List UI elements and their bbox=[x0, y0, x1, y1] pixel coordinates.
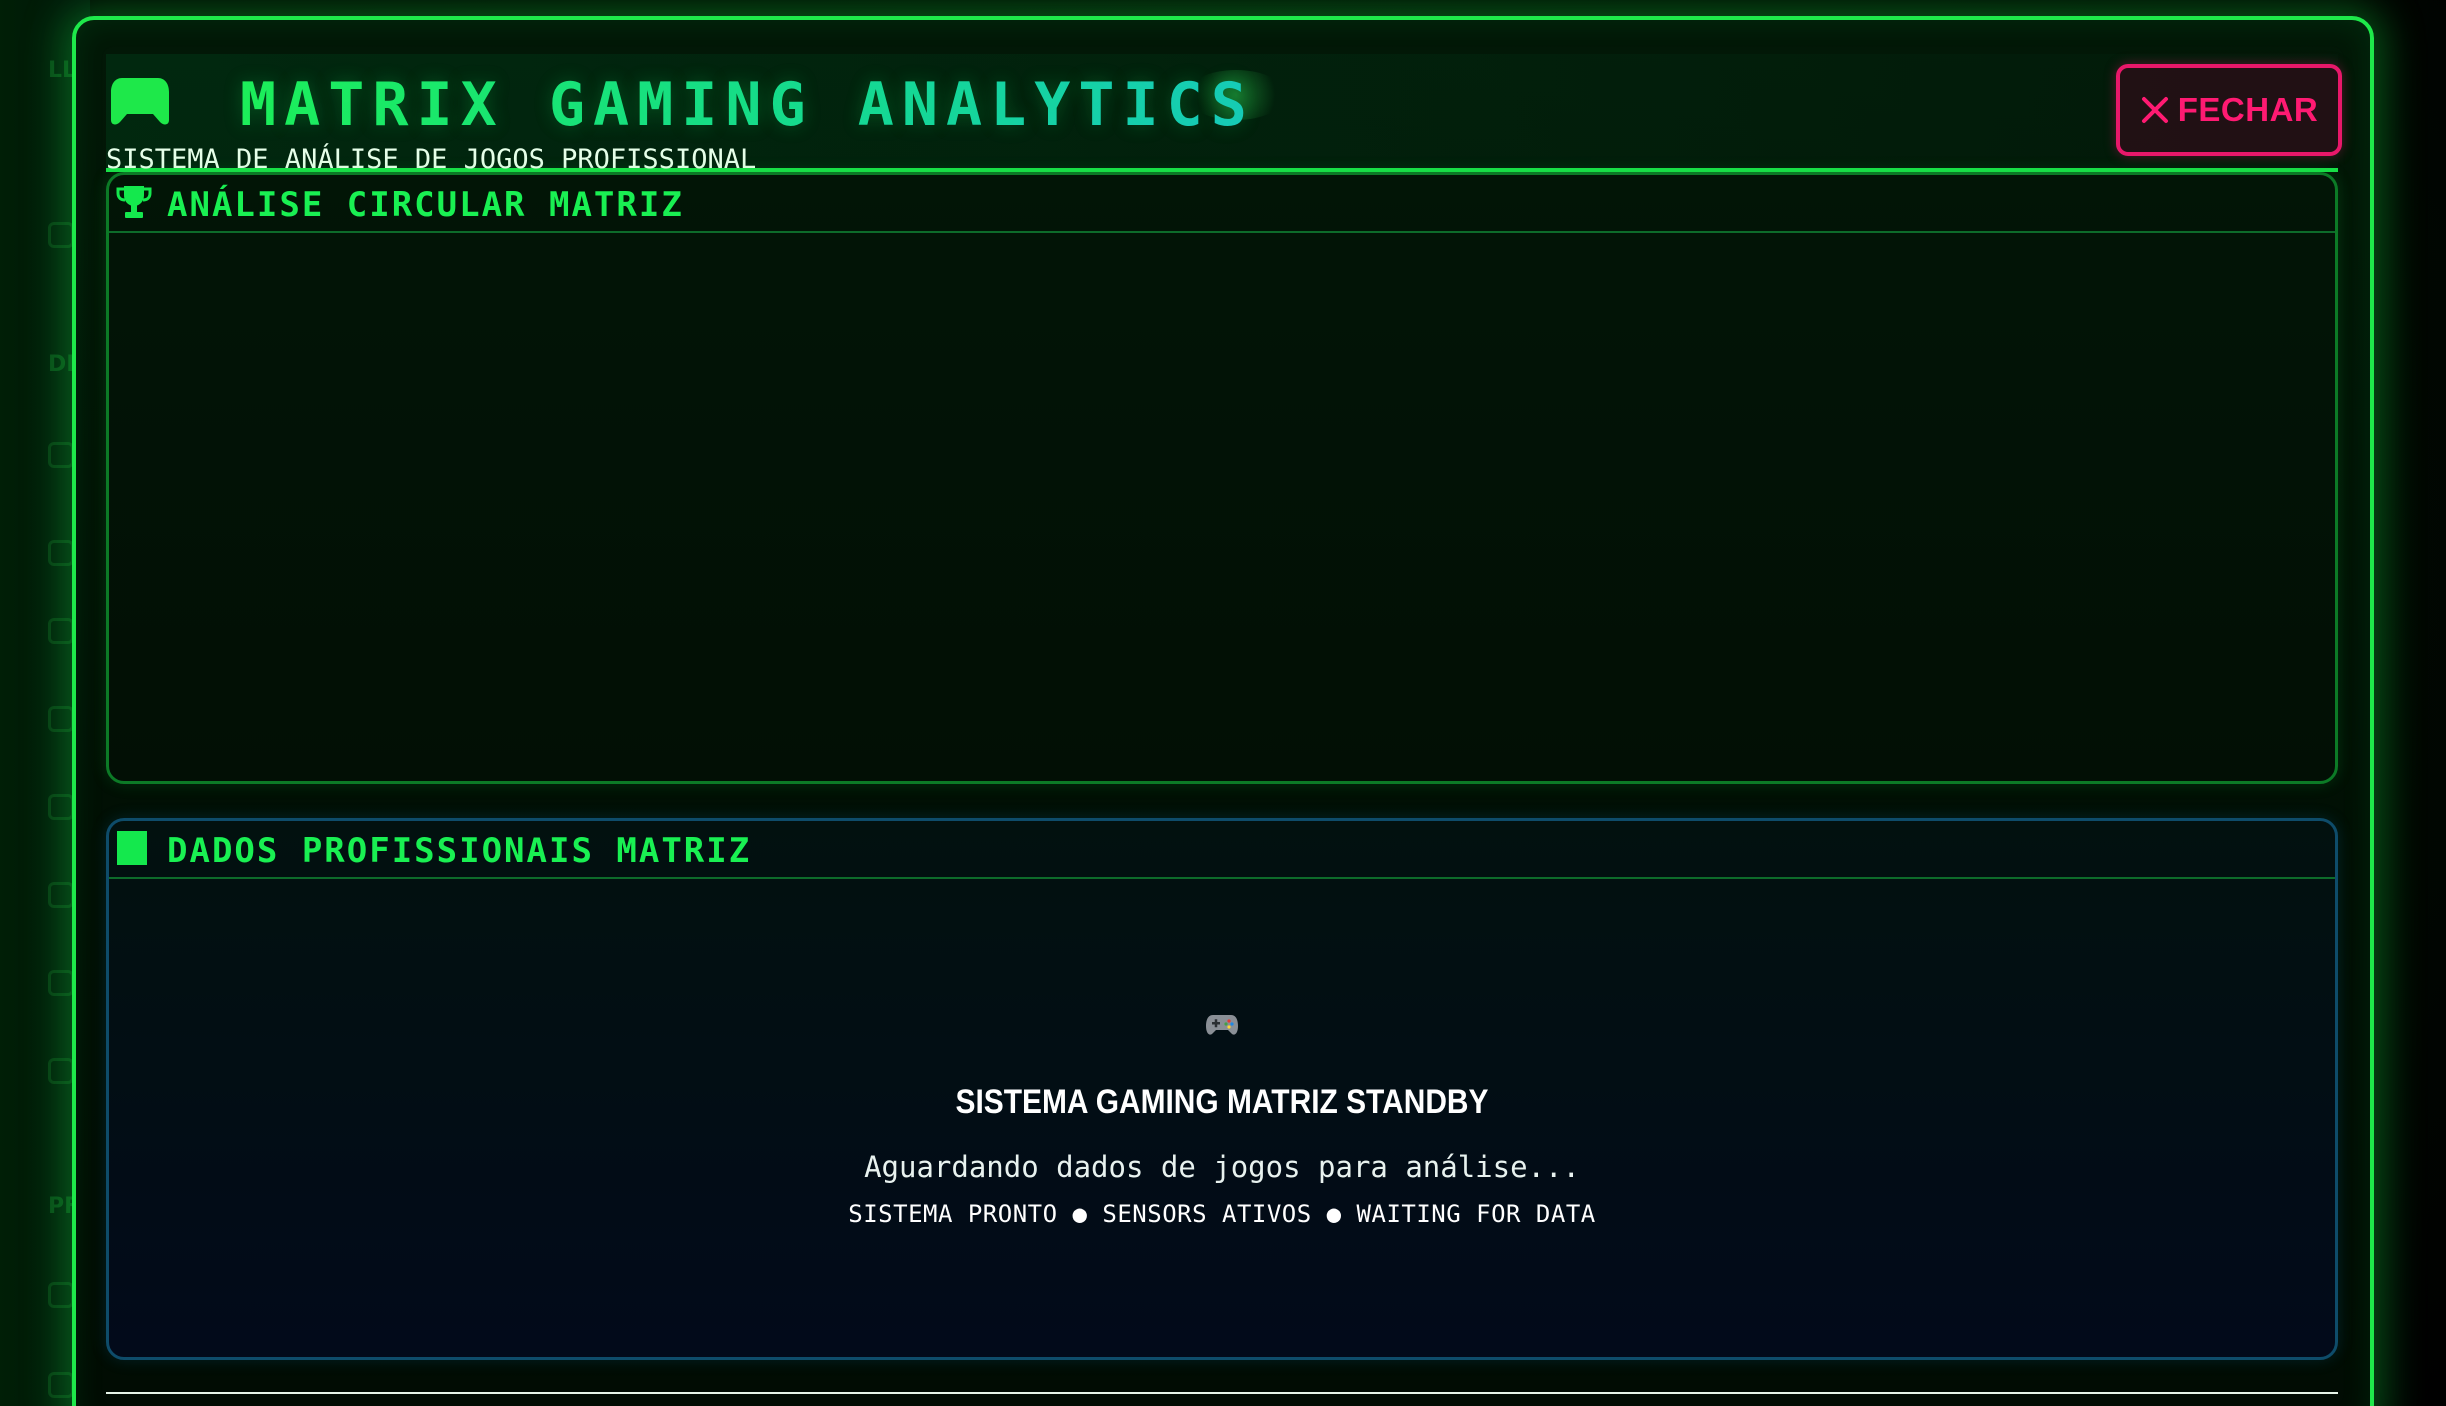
close-icon bbox=[2141, 97, 2168, 123]
panel-title: ANÁLISE CIRCULAR MATRIZ bbox=[167, 185, 684, 225]
background-device-icon bbox=[48, 794, 74, 820]
square-icon bbox=[117, 831, 147, 865]
gamepad-emoji-icon bbox=[1206, 1015, 1238, 1035]
standby-title: SISTEMA GAMING MATRIZ STANDBY bbox=[955, 1083, 1489, 1121]
background-list-icon bbox=[48, 618, 74, 644]
trophy-icon bbox=[116, 186, 152, 218]
background-list-icon bbox=[48, 882, 74, 908]
standby-description: Aguardando dados de jogos para análise..… bbox=[864, 1150, 1580, 1184]
background-home-icon bbox=[48, 222, 74, 248]
close-button-label: FECHAR bbox=[2177, 91, 2319, 128]
close-button[interactable]: FECHAR bbox=[2116, 64, 2342, 156]
modal-header: MATRIX GAMING ANALYTICS SISTEMA DE ANÁLI… bbox=[106, 54, 2338, 175]
background-ticket-icon bbox=[48, 1282, 74, 1308]
panel-header: ANÁLISE CIRCULAR MATRIZ bbox=[109, 175, 2335, 233]
circular-analysis-panel: ANÁLISE CIRCULAR MATRIZ bbox=[106, 172, 2338, 784]
standby-message: SISTEMA GAMING MATRIZ STANDBY Aguardando… bbox=[109, 1011, 2335, 1228]
professional-data-panel: DADOS PROFISSIONAIS MATRIZ SISTEMA GAMIN… bbox=[106, 818, 2338, 1360]
standby-status: SISTEMA PRONTO ● SENSORS ATIVOS ● WAITIN… bbox=[848, 1200, 1596, 1228]
app-title: MATRIX GAMING ANALYTICS bbox=[240, 70, 1255, 140]
panel-header: DADOS PROFISSIONAIS MATRIZ bbox=[109, 821, 2335, 879]
background-bag-icon bbox=[48, 1372, 74, 1398]
analytics-modal: MATRIX GAMING ANALYTICS SISTEMA DE ANÁLI… bbox=[72, 16, 2374, 1406]
background-settings-icon bbox=[48, 442, 74, 468]
background-bag-icon bbox=[48, 970, 74, 996]
background-device-icon bbox=[48, 706, 74, 732]
app-subtitle: SISTEMA DE ANÁLISE DE JOGOS PROFISSIONAL bbox=[106, 144, 757, 175]
gamepad-icon bbox=[111, 78, 169, 125]
panel-title: DADOS PROFISSIONAIS MATRIZ bbox=[167, 831, 752, 871]
footer-divider bbox=[106, 1392, 2338, 1394]
background-tool-icon bbox=[48, 540, 74, 566]
background-list-icon bbox=[48, 1058, 74, 1084]
